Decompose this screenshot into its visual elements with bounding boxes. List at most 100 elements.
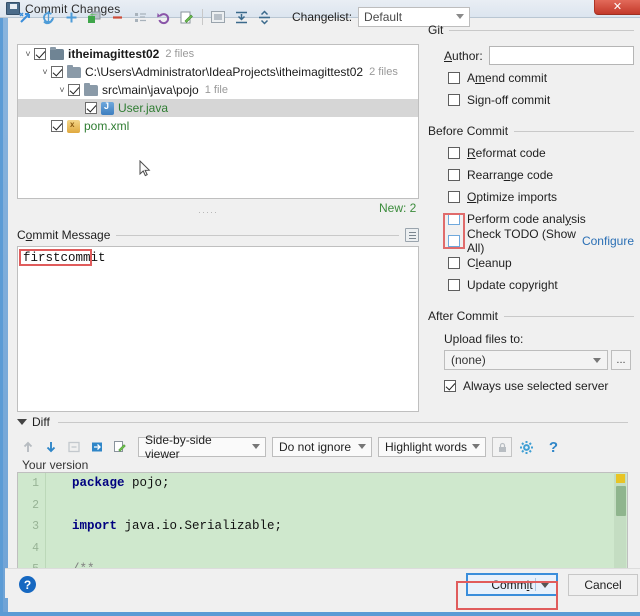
- edit-source-icon[interactable]: [109, 437, 130, 458]
- dialog-button-bar: ? Commit Cancel: [5, 568, 640, 598]
- chevron-down-icon[interactable]: ˅: [22, 49, 34, 59]
- rearrange-code-row[interactable]: Rearrange code: [428, 165, 634, 184]
- optimize-imports-row[interactable]: Optimize imports: [428, 187, 634, 206]
- tree-row-checkbox[interactable]: [85, 102, 97, 114]
- git-group-title: Git: [428, 23, 444, 37]
- refresh-icon[interactable]: [37, 6, 59, 28]
- add-icon[interactable]: [60, 6, 82, 28]
- diff-code-view[interactable]: 1 package pojo; 2 3 import java.io.Serializa…: [17, 472, 628, 582]
- tree-row-count: 1 file: [204, 84, 228, 96]
- check-todo-checkbox[interactable]: [448, 234, 460, 247]
- group-divider: [514, 130, 634, 132]
- upload-target-select[interactable]: (none): [444, 350, 608, 370]
- diff-section-header[interactable]: Diff: [17, 415, 628, 429]
- diff-scrollbar[interactable]: [614, 474, 626, 581]
- message-history-icon[interactable]: [405, 228, 419, 242]
- chevron-down-icon[interactable]: [541, 583, 549, 588]
- tree-row-checkbox[interactable]: [34, 48, 46, 60]
- collapse-all-icon[interactable]: [230, 6, 252, 28]
- folder-icon: [67, 64, 81, 78]
- sign-off-commit-row[interactable]: Sign-off commit: [428, 90, 634, 109]
- amend-commit-label: Amend commit: [467, 70, 548, 85]
- perform-code-analysis-checkbox[interactable]: [448, 212, 460, 225]
- viewer-mode-value: Side-by-side viewer: [145, 433, 212, 461]
- gear-icon[interactable]: [516, 437, 537, 458]
- perform-code-analysis-row[interactable]: Perform code analysis: [428, 209, 634, 228]
- chevron-down-icon[interactable]: ˅: [56, 85, 68, 95]
- update-copyright-row[interactable]: Update copyright: [428, 275, 634, 294]
- show-diff-icon[interactable]: [14, 6, 36, 28]
- always-use-selected-server-checkbox[interactable]: [444, 379, 456, 392]
- revert-change-icon[interactable]: [63, 437, 84, 458]
- help-button[interactable]: ?: [19, 576, 36, 593]
- chevron-down-icon[interactable]: ˅: [39, 67, 51, 77]
- update-copyright-checkbox[interactable]: [448, 278, 460, 291]
- check-todo-row[interactable]: Check TODO (Show All) Configure: [428, 227, 634, 255]
- commit-options-panel: Git Author: Amend commit Sign-off commit …: [428, 22, 634, 407]
- delete-icon[interactable]: [106, 6, 128, 28]
- upload-browse-button[interactable]: ...: [611, 350, 631, 370]
- tree-row-count: 2 files: [165, 48, 195, 60]
- cleanup-label: Cleanup: [467, 255, 512, 270]
- tree-splitter-handle[interactable]: ·····: [198, 207, 218, 217]
- changed-files-tree[interactable]: ˅ itheimagittest02 2 files ˅ C:\Users\Admini…: [17, 44, 419, 199]
- reformat-code-checkbox[interactable]: [448, 146, 460, 159]
- revert-icon[interactable]: [152, 6, 174, 28]
- diff-toolbar: Side-by-side viewer Do not ignore Highli…: [17, 433, 628, 461]
- commit-button-label: Commit: [491, 577, 533, 592]
- header-divider: [57, 421, 628, 423]
- sign-off-commit-label: Sign-off commit: [467, 92, 551, 107]
- cleanup-checkbox[interactable]: [448, 256, 460, 269]
- edit-source-icon[interactable]: [175, 6, 197, 28]
- scrollbar-thumb[interactable]: [616, 486, 626, 516]
- tree-row[interactable]: ˅ itheimagittest02 2 files: [18, 45, 418, 63]
- tree-row-checkbox[interactable]: [51, 66, 63, 78]
- diff-section-label: Diff: [32, 415, 50, 429]
- next-difference-icon[interactable]: [40, 437, 61, 458]
- dialog-left-rail: [3, 18, 8, 616]
- optimize-imports-checkbox[interactable]: [448, 190, 460, 203]
- tree-row-checkbox[interactable]: [51, 120, 63, 132]
- lock-icon[interactable]: [492, 437, 512, 457]
- show-ignored-icon[interactable]: [207, 6, 229, 28]
- tree-row-label: pom.xml: [84, 119, 130, 133]
- code-line: 2: [18, 495, 627, 517]
- always-use-selected-server-row[interactable]: Always use selected server: [428, 376, 634, 395]
- tree-row-label: User.java: [118, 101, 169, 115]
- previous-difference-icon[interactable]: [17, 437, 38, 458]
- author-row: Author:: [428, 46, 634, 65]
- cleanup-row[interactable]: Cleanup: [428, 253, 634, 272]
- amend-commit-checkbox[interactable]: [448, 71, 460, 84]
- header-divider: [116, 234, 399, 236]
- reformat-code-row[interactable]: Reformat code: [428, 143, 634, 162]
- rearrange-code-checkbox[interactable]: [448, 168, 460, 181]
- author-label: Author:: [444, 48, 483, 63]
- commit-message-input[interactable]: firstcommit: [17, 246, 419, 412]
- tree-row[interactable]: pom.xml: [18, 117, 418, 135]
- tree-row[interactable]: User.java: [18, 99, 418, 117]
- tree-row[interactable]: ˅ C:\Users\Administrator\IdeaProjects\ith…: [18, 63, 418, 81]
- question-mark-icon[interactable]: ?: [543, 437, 564, 458]
- changelist-value: Default: [364, 10, 403, 24]
- group-by-icon[interactable]: [129, 6, 151, 28]
- before-commit-header: Before Commit: [428, 123, 634, 139]
- ignore-mode-select[interactable]: Do not ignore: [272, 437, 372, 457]
- tree-row[interactable]: ˅ src\main\java\pojo 1 file: [18, 81, 418, 99]
- sign-off-commit-checkbox[interactable]: [448, 93, 460, 106]
- cancel-button[interactable]: Cancel: [568, 574, 638, 596]
- git-group-header: Git: [428, 22, 634, 38]
- highlight-mode-select[interactable]: Highlight words: [378, 437, 486, 457]
- amend-commit-row[interactable]: Amend commit: [428, 68, 634, 87]
- code-line: 3 import java.io.Serializable;: [18, 516, 627, 538]
- commit-button[interactable]: Commit: [466, 573, 558, 596]
- tree-row-checkbox[interactable]: [68, 84, 80, 96]
- move-to-changelist-icon[interactable]: [83, 6, 105, 28]
- viewer-mode-select[interactable]: Side-by-side viewer: [138, 433, 266, 461]
- author-field[interactable]: [488, 46, 634, 65]
- configure-link[interactable]: Configure: [582, 234, 634, 248]
- apply-change-icon[interactable]: [86, 437, 107, 458]
- upload-row: (none) ...: [428, 350, 634, 370]
- expand-all-icon[interactable]: [253, 6, 275, 28]
